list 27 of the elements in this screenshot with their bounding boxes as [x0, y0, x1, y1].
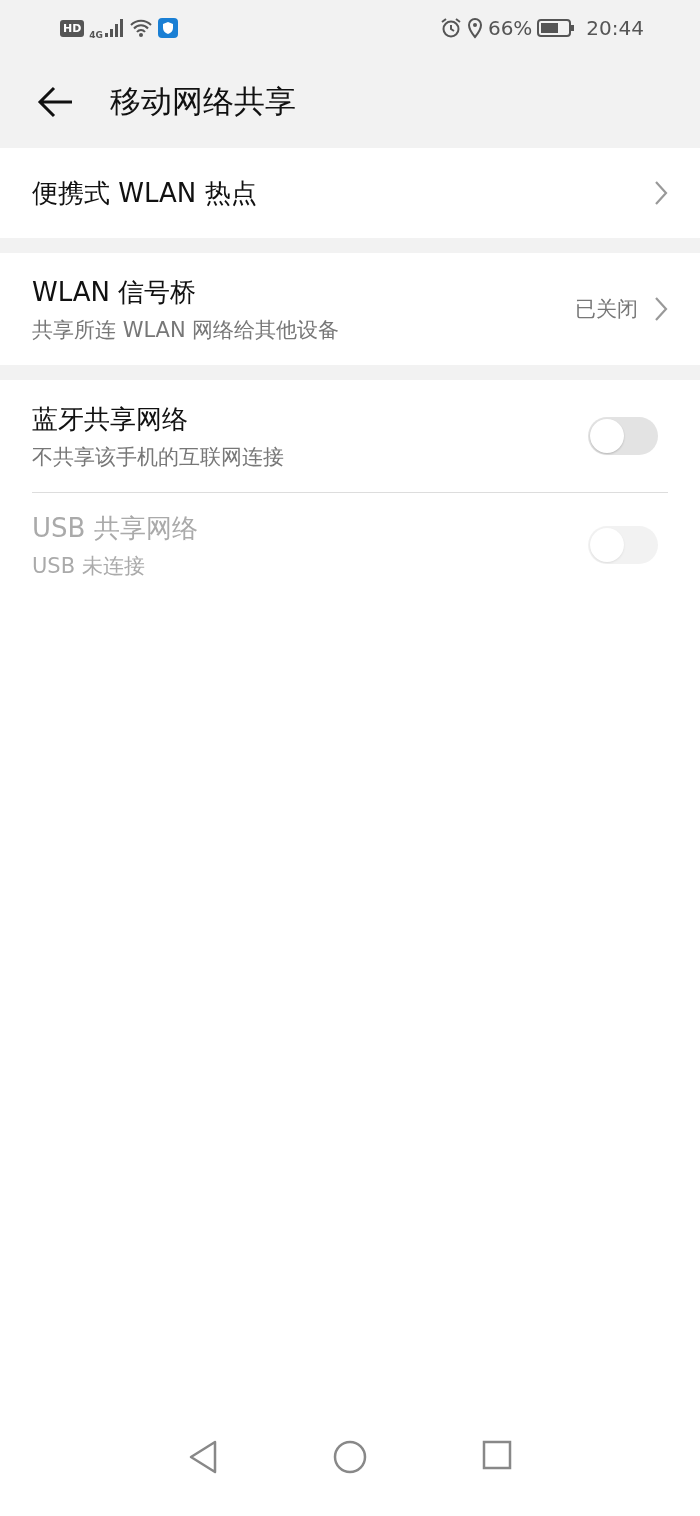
hd-badge: HD	[60, 19, 85, 37]
back-icon[interactable]	[36, 85, 74, 119]
chevron-icon	[654, 296, 668, 322]
clock: 20:44	[586, 16, 644, 40]
network-type: 4G	[89, 30, 103, 40]
wifi-icon	[129, 18, 153, 38]
row-title: WLAN 信号桥	[32, 275, 198, 309]
recents-nav-icon[interactable]	[482, 1440, 512, 1470]
row-title: USB 共享网络	[32, 511, 199, 545]
home-nav-icon[interactable]	[333, 1440, 367, 1474]
battery-percent: 66%	[487, 16, 533, 40]
shield-icon	[158, 18, 178, 38]
row-title: 蓝牙共享网络	[32, 402, 189, 436]
page-title: 移动网络共享	[110, 82, 296, 121]
row-subtitle: USB 未连接	[32, 552, 146, 580]
row-subtitle: 不共享该手机的互联网连接	[32, 443, 285, 471]
row-subtitle: 共享所连 WLAN 网络给其他设备	[32, 316, 341, 344]
settings-row[interactable]: 蓝牙共享网络 不共享该手机的互联网连接	[32, 380, 668, 492]
back-nav-icon[interactable]	[188, 1440, 218, 1474]
alarm-icon	[439, 17, 462, 39]
row-title: 便携式 WLAN 热点	[32, 176, 258, 210]
row-value: 已关闭	[575, 296, 638, 323]
location-icon	[466, 17, 483, 39]
toggle-switch[interactable]	[588, 417, 658, 455]
chevron-icon	[654, 180, 668, 206]
battery-icon	[537, 18, 576, 38]
signal-icon	[104, 18, 124, 38]
